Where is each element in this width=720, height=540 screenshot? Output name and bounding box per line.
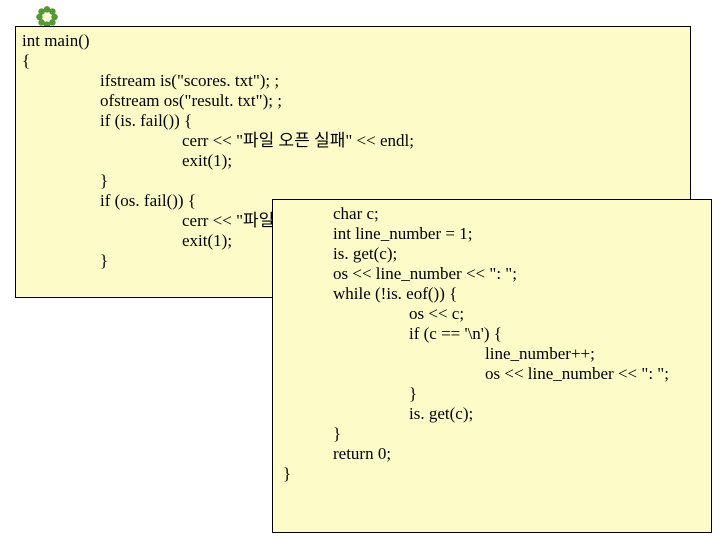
code-line: is. get(c); — [279, 404, 711, 424]
code-line: } — [279, 464, 711, 484]
code-line: is. get(c); — [279, 244, 711, 264]
code-line: os << c; — [279, 304, 711, 324]
code-line: if (c == '\n') { — [279, 324, 711, 344]
code-line: exit(1); — [22, 151, 690, 171]
code-line: { — [22, 51, 690, 71]
code-line: return 0; — [279, 444, 711, 464]
code-line: int line_number = 1; — [279, 224, 711, 244]
code-line: os << line_number << ": "; — [279, 264, 711, 284]
code-line: ofstream os("result. txt"); ; — [22, 91, 690, 111]
code-line: ifstream is("scores. txt"); ; — [22, 71, 690, 91]
code-line: int main() — [22, 31, 690, 51]
code-line: char c; — [279, 204, 711, 224]
code-line: } — [279, 384, 711, 404]
code-block-2: char c; int line_number = 1; is. get(c);… — [272, 199, 712, 533]
code-line: } — [279, 424, 711, 444]
code-line: cerr << "파일 오픈 실패" << endl; — [22, 131, 690, 151]
code-line: } — [22, 171, 690, 191]
code-line: line_number++; — [279, 344, 711, 364]
code-line: os << line_number << ": "; — [279, 364, 711, 384]
code-line: if (is. fail()) { — [22, 111, 690, 131]
code-line: while (!is. eof()) { — [279, 284, 711, 304]
